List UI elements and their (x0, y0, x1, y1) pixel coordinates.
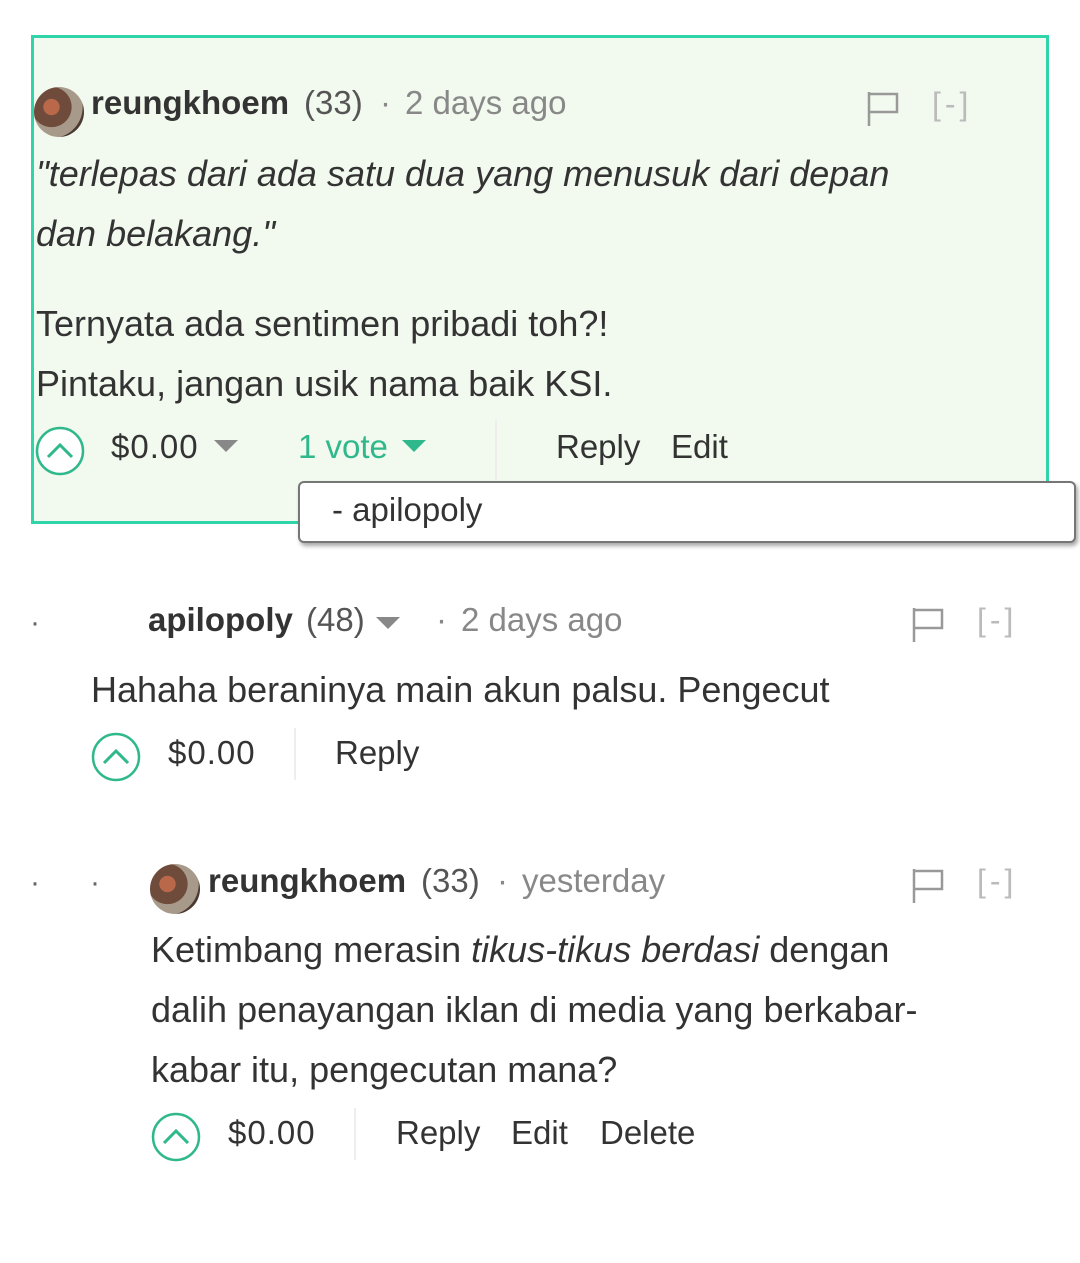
divider (294, 728, 296, 780)
quote-line: "terlepas dari ada satu dua yang menusuk… (36, 153, 890, 194)
edit-button[interactable]: Edit (671, 428, 728, 466)
reply-button[interactable]: Reply (556, 428, 640, 466)
flag-icon[interactable] (911, 606, 945, 644)
comment-author[interactable]: reungkhoem (208, 862, 406, 900)
upvote-icon[interactable] (35, 426, 85, 476)
body-line: Pintaku, jangan usik nama baik KSI. (36, 363, 613, 404)
depth-marker: · (30, 866, 40, 899)
voter-item[interactable]: - apilopoly (332, 491, 482, 529)
author-avatar[interactable] (34, 87, 84, 137)
edit-button[interactable]: Edit (511, 1114, 568, 1152)
payout-amount[interactable]: $0.00 (228, 1114, 316, 1152)
comment-timestamp[interactable]: 2 days ago (461, 601, 622, 639)
comment-body: Ternyata ada sentimen pribadi toh?! Pint… (36, 294, 1036, 414)
comment-body: Ketimbang merasin tikus-tikus berdasi de… (151, 920, 1051, 1100)
author-reputation: (33) (421, 862, 480, 899)
votes-count[interactable]: 1 vote (298, 428, 388, 466)
quote-line: dan belakang." (36, 213, 275, 254)
author-reputation: (33) (304, 84, 363, 121)
reply-button[interactable]: Reply (396, 1114, 480, 1152)
comment-body: Hahaha beraninya main akun palsu. Pengec… (91, 669, 830, 710)
collapse-toggle[interactable]: [-] (932, 86, 972, 123)
body-text: Ketimbang merasin (151, 929, 472, 970)
comment-author[interactable]: apilopoly (148, 601, 293, 639)
caret-down-icon[interactable] (214, 440, 238, 452)
voters-dropdown[interactable]: - apilopoly (298, 481, 1076, 543)
body-line: kabar itu, pengecutan mana? (151, 1049, 618, 1090)
author-avatar[interactable] (150, 864, 200, 914)
upvote-icon[interactable] (91, 732, 141, 782)
body-line: Ketimbang merasin tikus-tikus berdasi de… (151, 920, 1051, 980)
author-reputation: (48) (306, 601, 365, 638)
caret-down-icon[interactable] (402, 440, 426, 452)
meta-separator: · (497, 862, 508, 899)
collapse-toggle[interactable]: [-] (977, 602, 1017, 639)
flag-icon[interactable] (911, 867, 945, 905)
divider (354, 1108, 356, 1160)
depth-marker: · (30, 606, 40, 639)
comment-quote: "terlepas dari ada satu dua yang menusuk… (36, 144, 1036, 264)
caret-down-icon[interactable] (376, 617, 400, 629)
collapse-toggle[interactable]: [-] (977, 863, 1017, 900)
flag-icon[interactable] (866, 90, 900, 128)
comment-timestamp[interactable]: 2 days ago (405, 84, 566, 122)
comment-timestamp[interactable]: yesterday (522, 862, 665, 900)
body-emphasis: tikus-tikus berdasi (471, 929, 760, 970)
body-line: Ternyata ada sentimen pribadi toh?! (36, 303, 609, 344)
delete-button[interactable]: Delete (600, 1114, 695, 1152)
meta-separator: · (436, 601, 447, 638)
meta-separator: · (380, 84, 391, 121)
upvote-icon[interactable] (151, 1112, 201, 1162)
reply-button[interactable]: Reply (335, 734, 419, 772)
divider (495, 420, 497, 480)
body-text: dengan (759, 929, 890, 970)
body-line: dalih penayangan iklan di media yang ber… (151, 989, 918, 1030)
depth-marker: · (90, 866, 100, 899)
comment-author[interactable]: reungkhoem (91, 84, 289, 122)
payout-amount[interactable]: $0.00 (168, 734, 256, 772)
payout-amount[interactable]: $0.00 (111, 428, 199, 466)
